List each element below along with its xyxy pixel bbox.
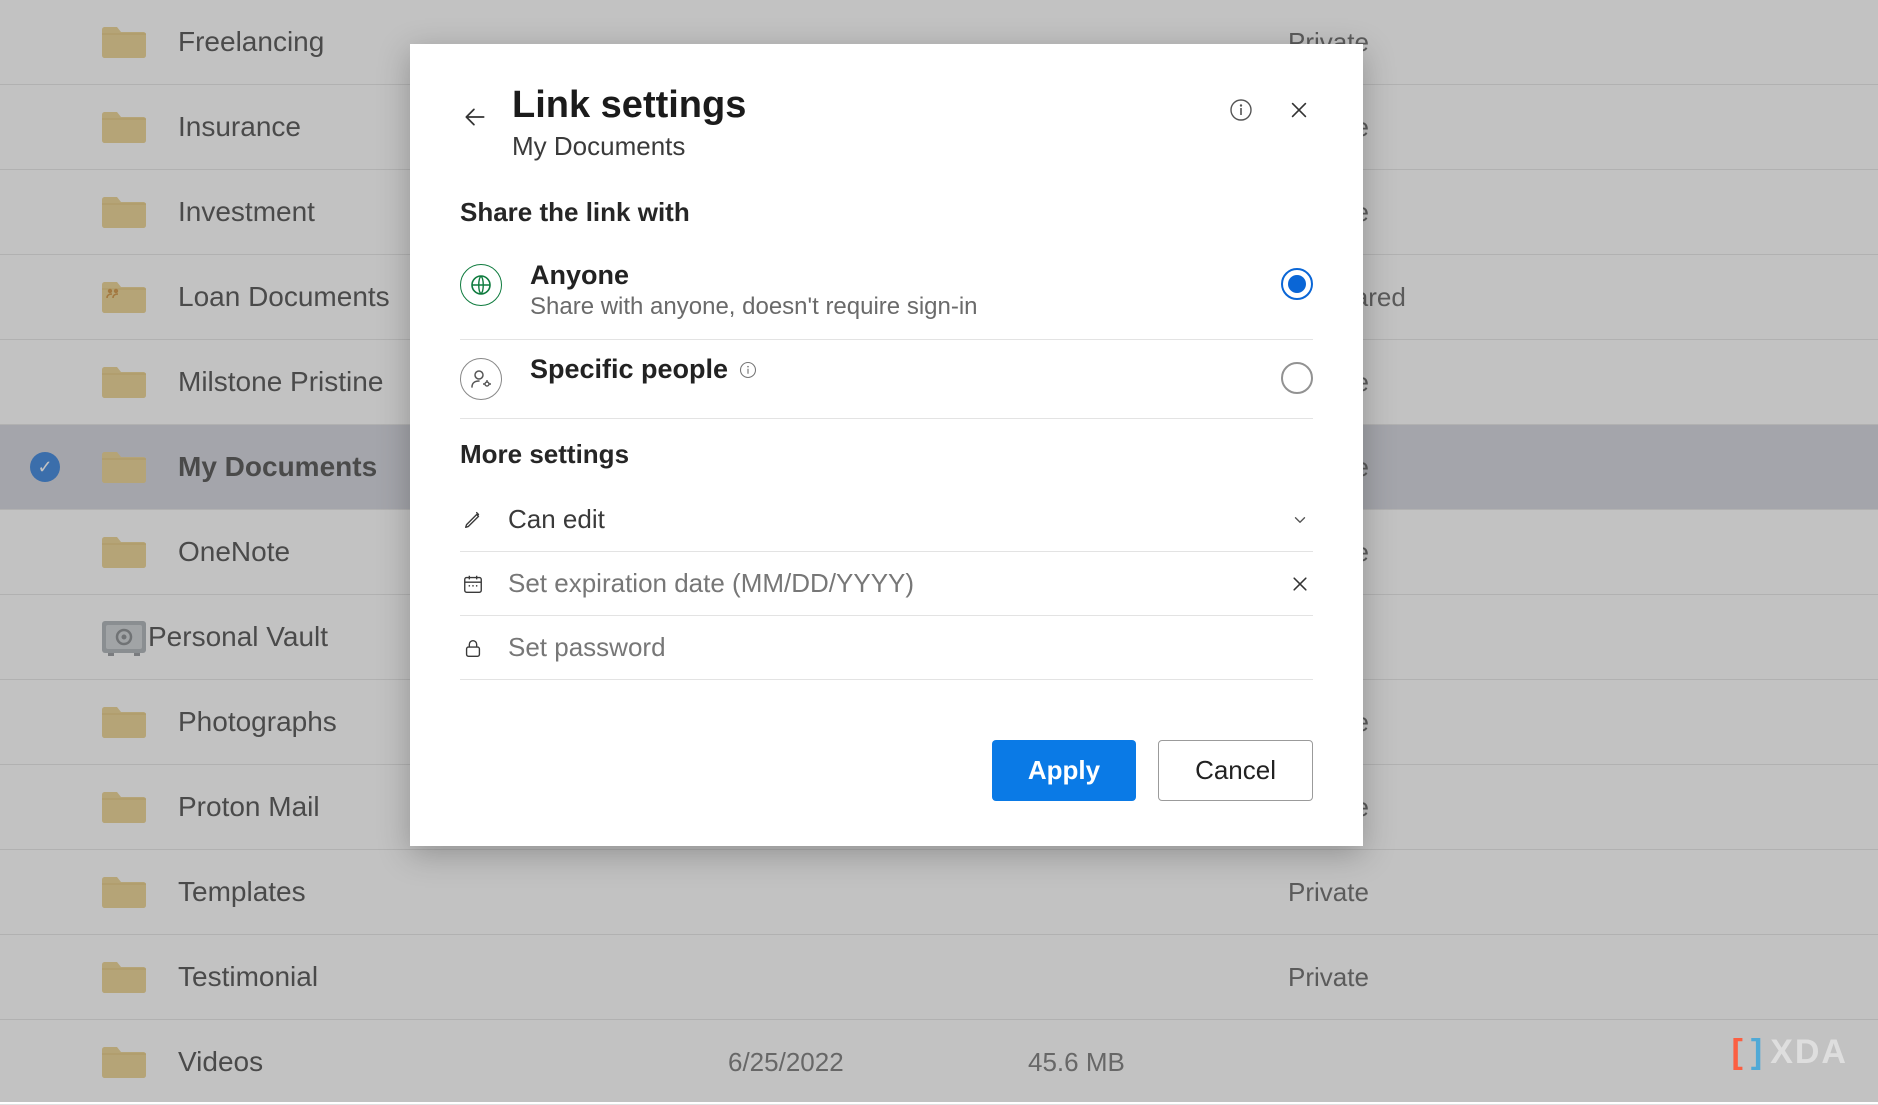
share-option-anyone[interactable]: Anyone Share with anyone, doesn't requir…: [460, 246, 1313, 340]
option-anyone-title: Anyone: [530, 260, 1253, 291]
close-icon: [1288, 99, 1310, 121]
watermark-text: XDA: [1770, 1033, 1848, 1072]
specific-people-icon: [460, 358, 502, 400]
option-specific-title: Specific people: [530, 354, 728, 385]
close-icon: [1290, 574, 1310, 594]
lock-icon: [460, 635, 486, 661]
more-settings-title: More settings: [460, 439, 1313, 470]
dialog-footer: Apply Cancel: [460, 740, 1313, 801]
share-section-title: Share the link with: [460, 197, 1313, 228]
arrow-left-icon: [462, 104, 488, 130]
expiration-placeholder: Set expiration date (MM/DD/YYYY): [508, 568, 1265, 599]
password-placeholder: Set password: [508, 632, 1265, 663]
link-settings-dialog: Link settings My Documents Share the lin…: [410, 44, 1363, 846]
info-button[interactable]: [1227, 96, 1255, 124]
info-icon[interactable]: [738, 360, 758, 380]
info-icon: [1229, 98, 1253, 122]
password-row[interactable]: Set password: [460, 616, 1313, 680]
radio-anyone[interactable]: [1281, 268, 1313, 300]
globe-icon: [460, 264, 502, 306]
apply-button[interactable]: Apply: [992, 740, 1136, 801]
option-anyone-desc: Share with anyone, doesn't require sign-…: [530, 293, 1253, 321]
back-button[interactable]: [460, 102, 490, 132]
close-button[interactable]: [1285, 96, 1313, 124]
watermark: [] XDA: [1732, 1033, 1848, 1072]
dialog-subtitle: My Documents: [512, 131, 1205, 162]
pencil-icon: [460, 507, 486, 533]
permission-value: Can edit: [508, 504, 1265, 535]
expiration-row[interactable]: Set expiration date (MM/DD/YYYY): [460, 552, 1313, 616]
dialog-title: Link settings: [512, 84, 1205, 127]
calendar-icon: [460, 571, 486, 597]
share-option-specific[interactable]: Specific people: [460, 340, 1313, 419]
chevron-down-icon: [1287, 507, 1313, 533]
permission-dropdown[interactable]: Can edit: [460, 488, 1313, 552]
cancel-button[interactable]: Cancel: [1158, 740, 1313, 801]
dialog-header: Link settings My Documents: [460, 84, 1313, 162]
radio-specific[interactable]: [1281, 362, 1313, 394]
clear-expiration-button[interactable]: [1287, 571, 1313, 597]
